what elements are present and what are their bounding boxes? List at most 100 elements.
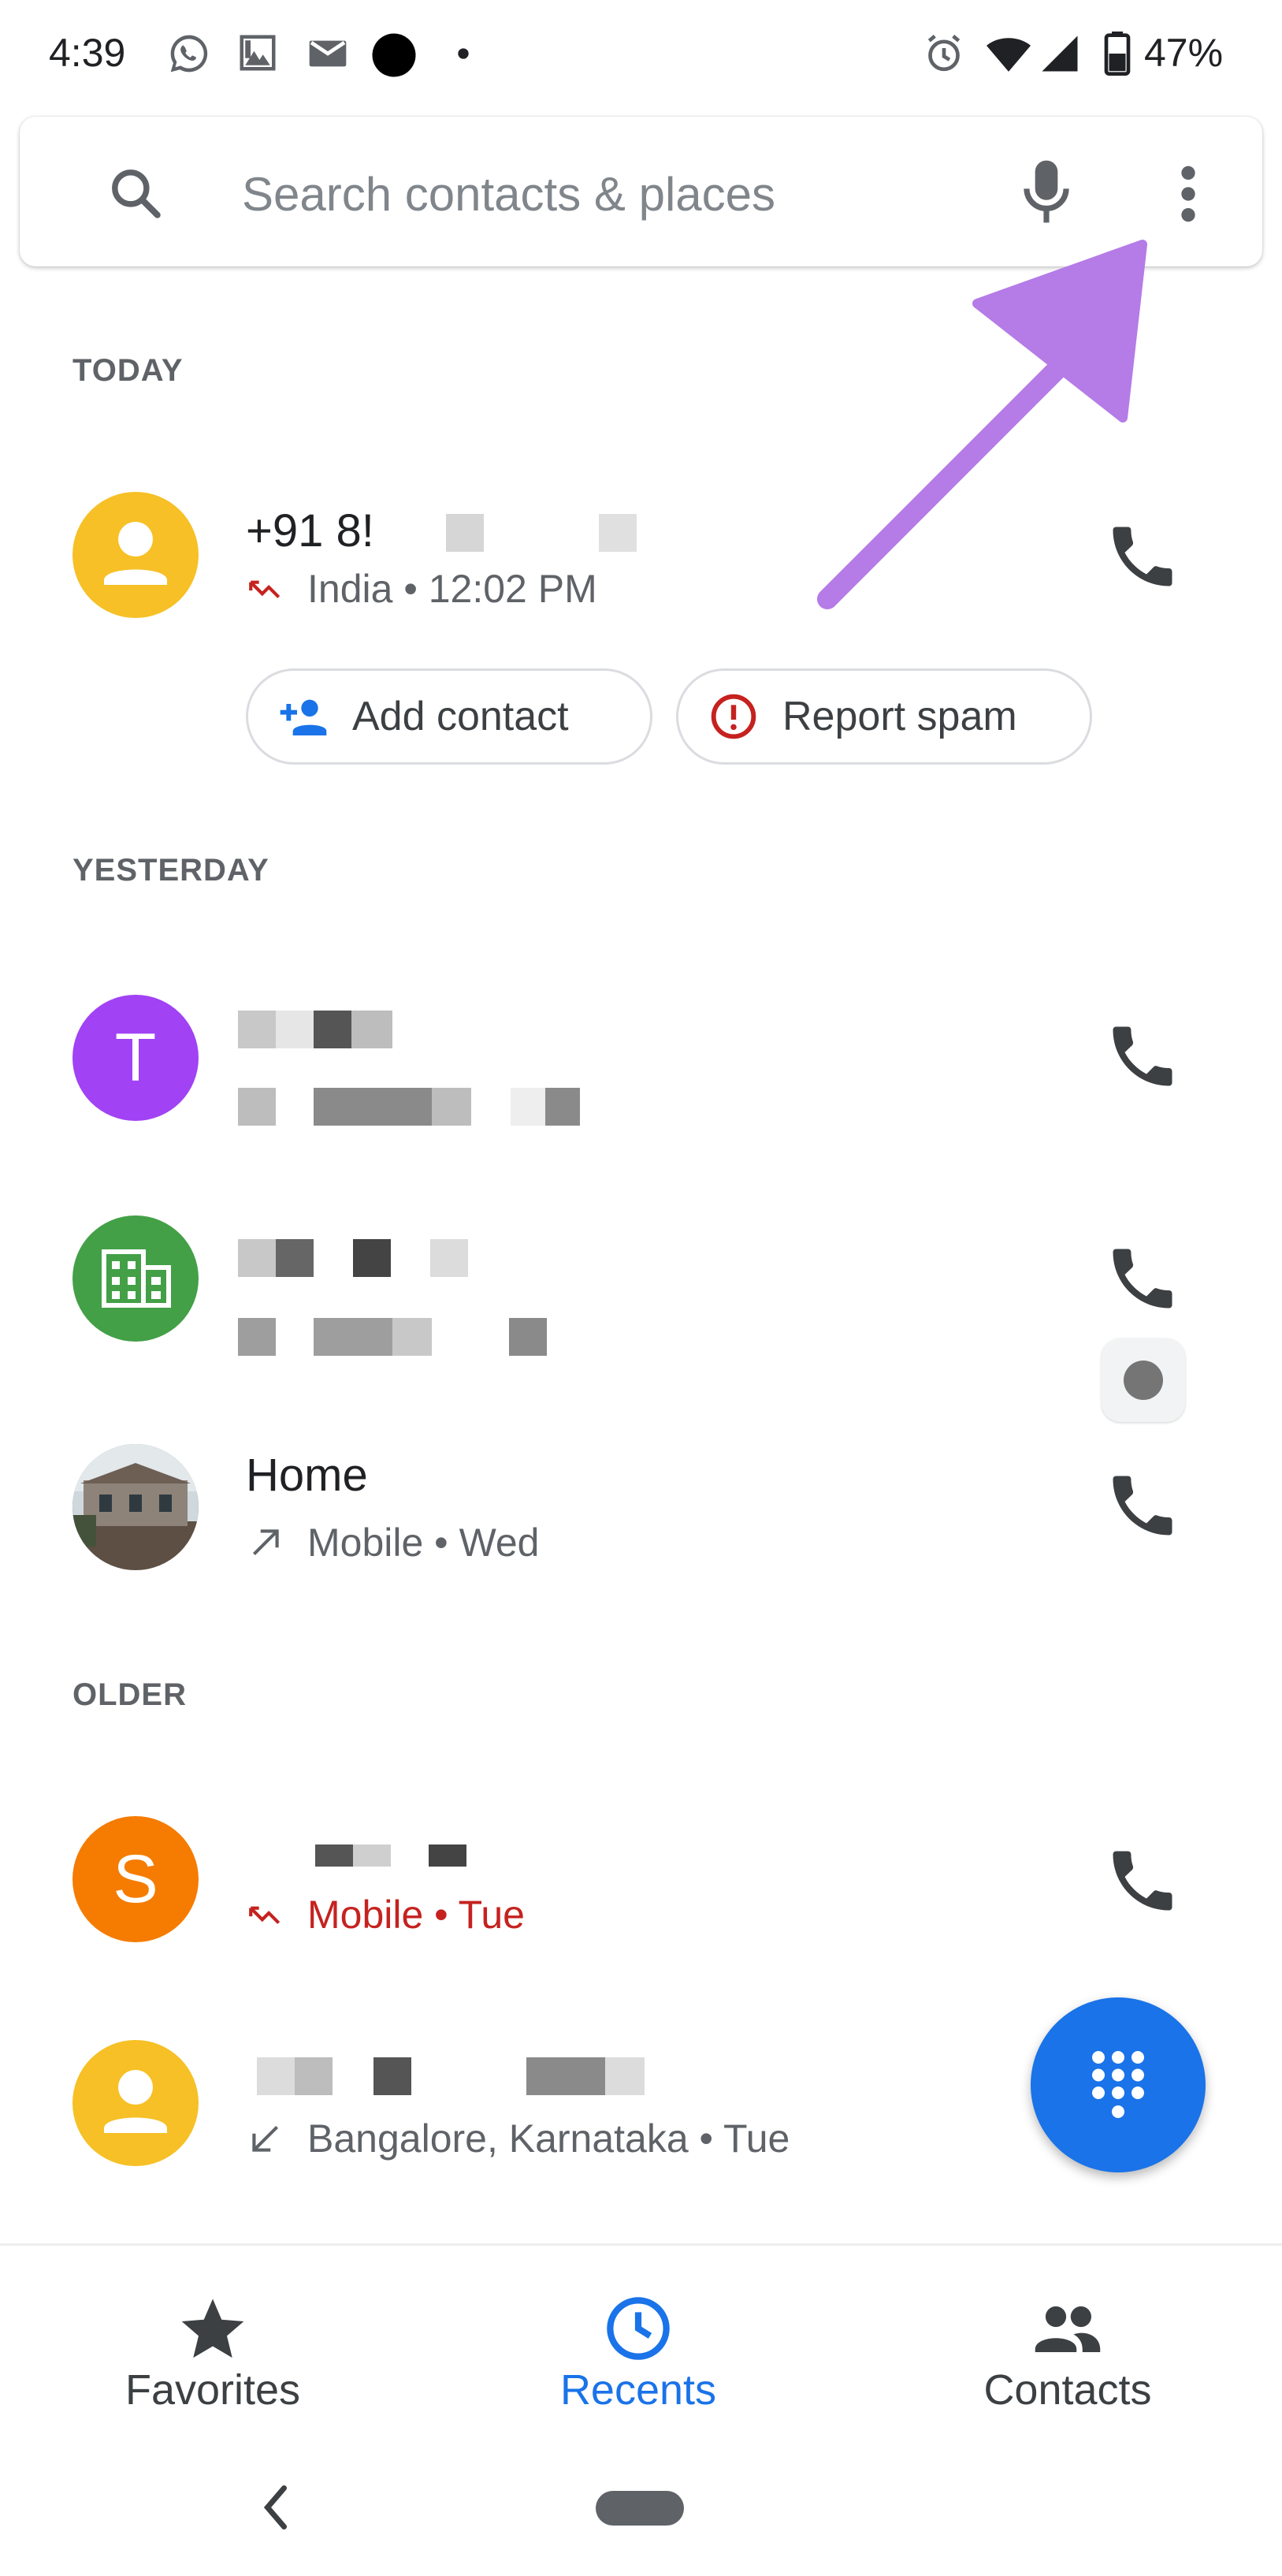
redacted-text bbox=[545, 1088, 580, 1126]
redacted-text bbox=[353, 1845, 391, 1867]
search-icon[interactable] bbox=[106, 164, 165, 222]
wifi-icon bbox=[987, 38, 1031, 72]
tab-recents[interactable]: Recents bbox=[520, 2246, 756, 2451]
add-contact-label: Add contact bbox=[352, 694, 569, 739]
scroll-thumb-dot bbox=[1124, 1361, 1163, 1400]
battery-percent: 47% bbox=[1144, 31, 1224, 75]
redacted-text bbox=[605, 2057, 645, 2095]
redacted-text bbox=[351, 1011, 392, 1048]
report-spam-button[interactable]: Report spam bbox=[676, 668, 1092, 765]
call-detail: Mobile • Tue bbox=[307, 1893, 525, 1937]
call-number: +91 8! bbox=[246, 505, 374, 557]
section-header-older: OLDER bbox=[72, 1677, 187, 1712]
redacted-text bbox=[315, 1845, 353, 1867]
redacted-text bbox=[257, 2057, 295, 2095]
add-person-icon bbox=[280, 699, 327, 735]
redacted-text bbox=[526, 2057, 605, 2095]
redacted-text bbox=[509, 1318, 547, 1356]
redacted-text bbox=[314, 1011, 351, 1048]
redacted-text bbox=[295, 2057, 333, 2095]
redacted-text bbox=[511, 1088, 545, 1126]
incoming-call-icon bbox=[252, 2125, 279, 2152]
missed-call-icon bbox=[249, 1906, 281, 1924]
dot-icon bbox=[372, 33, 416, 77]
redacted-text bbox=[238, 1011, 276, 1048]
call-subtitle: Bangalore, Karnataka • Tue bbox=[246, 2116, 790, 2161]
redacted-text bbox=[599, 514, 637, 552]
report-icon bbox=[711, 694, 756, 739]
avatar-letter: T bbox=[114, 1020, 157, 1096]
call-detail: Mobile • Wed bbox=[307, 1521, 540, 1565]
phone-icon[interactable] bbox=[1103, 1017, 1182, 1096]
outgoing-call-icon bbox=[252, 1529, 279, 1556]
redacted-text bbox=[276, 1239, 314, 1277]
add-contact-button[interactable]: Add contact bbox=[246, 668, 652, 765]
call-detail: India • 12:02 PM bbox=[307, 567, 597, 611]
missed-call-icon bbox=[249, 580, 281, 598]
bottom-navigation: Favorites Recents Contacts bbox=[0, 2243, 1282, 2448]
phone-icon[interactable] bbox=[1103, 1466, 1182, 1545]
signal-icon bbox=[1042, 35, 1078, 72]
call-subtitle: Mobile • Tue bbox=[246, 1892, 525, 1938]
tab-contacts[interactable]: Contacts bbox=[946, 2246, 1190, 2451]
redacted-text bbox=[238, 1239, 276, 1277]
section-header-yesterday: YESTERDAY bbox=[72, 853, 269, 888]
redacted-text bbox=[353, 1239, 391, 1277]
search-input[interactable]: Search contacts & places bbox=[242, 167, 775, 221]
gmail-icon bbox=[309, 40, 347, 67]
phone-icon[interactable] bbox=[1103, 517, 1182, 596]
call-subtitle: Mobile • Wed bbox=[246, 1520, 539, 1565]
redacted-text bbox=[446, 514, 484, 552]
person-icon bbox=[104, 2070, 167, 2133]
battery-icon bbox=[1104, 32, 1131, 76]
status-bar: 4:39 47% bbox=[0, 0, 1282, 102]
back-chevron-icon[interactable] bbox=[252, 2480, 299, 2535]
avatar bbox=[72, 2040, 199, 2166]
redacted-text bbox=[432, 1088, 471, 1126]
redacted-text bbox=[276, 1011, 314, 1048]
redacted-text bbox=[314, 1318, 392, 1356]
redacted-text bbox=[429, 1845, 466, 1867]
avatar-letter: S bbox=[113, 1841, 158, 1917]
house-photo-icon bbox=[72, 1444, 199, 1570]
alarm-icon bbox=[927, 35, 961, 72]
clock-icon bbox=[607, 2297, 670, 2360]
avatar bbox=[72, 1215, 199, 1342]
redacted-text bbox=[392, 1318, 432, 1356]
system-navigation-bar bbox=[0, 2448, 1282, 2576]
tab-recents-label: Recents bbox=[559, 2366, 717, 2414]
section-header-today: TODAY bbox=[72, 353, 184, 388]
tab-favorites-label: Favorites bbox=[124, 2366, 301, 2414]
avatar bbox=[72, 492, 199, 618]
tab-favorites[interactable]: Favorites bbox=[95, 2246, 331, 2451]
redacted-text bbox=[373, 2057, 411, 2095]
star-icon bbox=[181, 2299, 244, 2358]
call-subtitle: India • 12:02 PM bbox=[246, 566, 597, 612]
avatar: T bbox=[72, 995, 199, 1121]
redacted-text bbox=[314, 1088, 432, 1126]
person-icon bbox=[104, 522, 167, 585]
tab-contacts-label: Contacts bbox=[983, 2366, 1152, 2414]
dialpad-button[interactable] bbox=[1031, 1997, 1206, 2172]
report-spam-label: Report spam bbox=[782, 694, 1017, 739]
image-icon bbox=[240, 35, 276, 71]
redacted-text bbox=[430, 1239, 468, 1277]
mic-icon[interactable] bbox=[1020, 158, 1072, 225]
phone-icon[interactable] bbox=[1103, 1841, 1182, 1920]
avatar bbox=[72, 1444, 199, 1570]
dialpad-icon bbox=[1092, 2051, 1144, 2118]
redacted-text bbox=[238, 1318, 276, 1356]
contact-name: Home bbox=[246, 1450, 368, 1501]
phone-icon[interactable] bbox=[1103, 1239, 1182, 1318]
call-detail: Bangalore, Karnataka • Tue bbox=[307, 2116, 790, 2161]
home-pill-button[interactable] bbox=[596, 2491, 684, 2526]
fast-scroll-thumb[interactable] bbox=[1102, 1338, 1185, 1422]
avatar: S bbox=[72, 1816, 199, 1942]
people-icon bbox=[1035, 2306, 1101, 2352]
small-dot-icon bbox=[458, 48, 469, 59]
redacted-text bbox=[238, 1088, 276, 1126]
whatsapp-icon bbox=[170, 35, 208, 73]
business-icon bbox=[102, 1249, 171, 1308]
status-time: 4:39 bbox=[49, 31, 126, 75]
more-vert-icon[interactable] bbox=[1176, 162, 1200, 225]
